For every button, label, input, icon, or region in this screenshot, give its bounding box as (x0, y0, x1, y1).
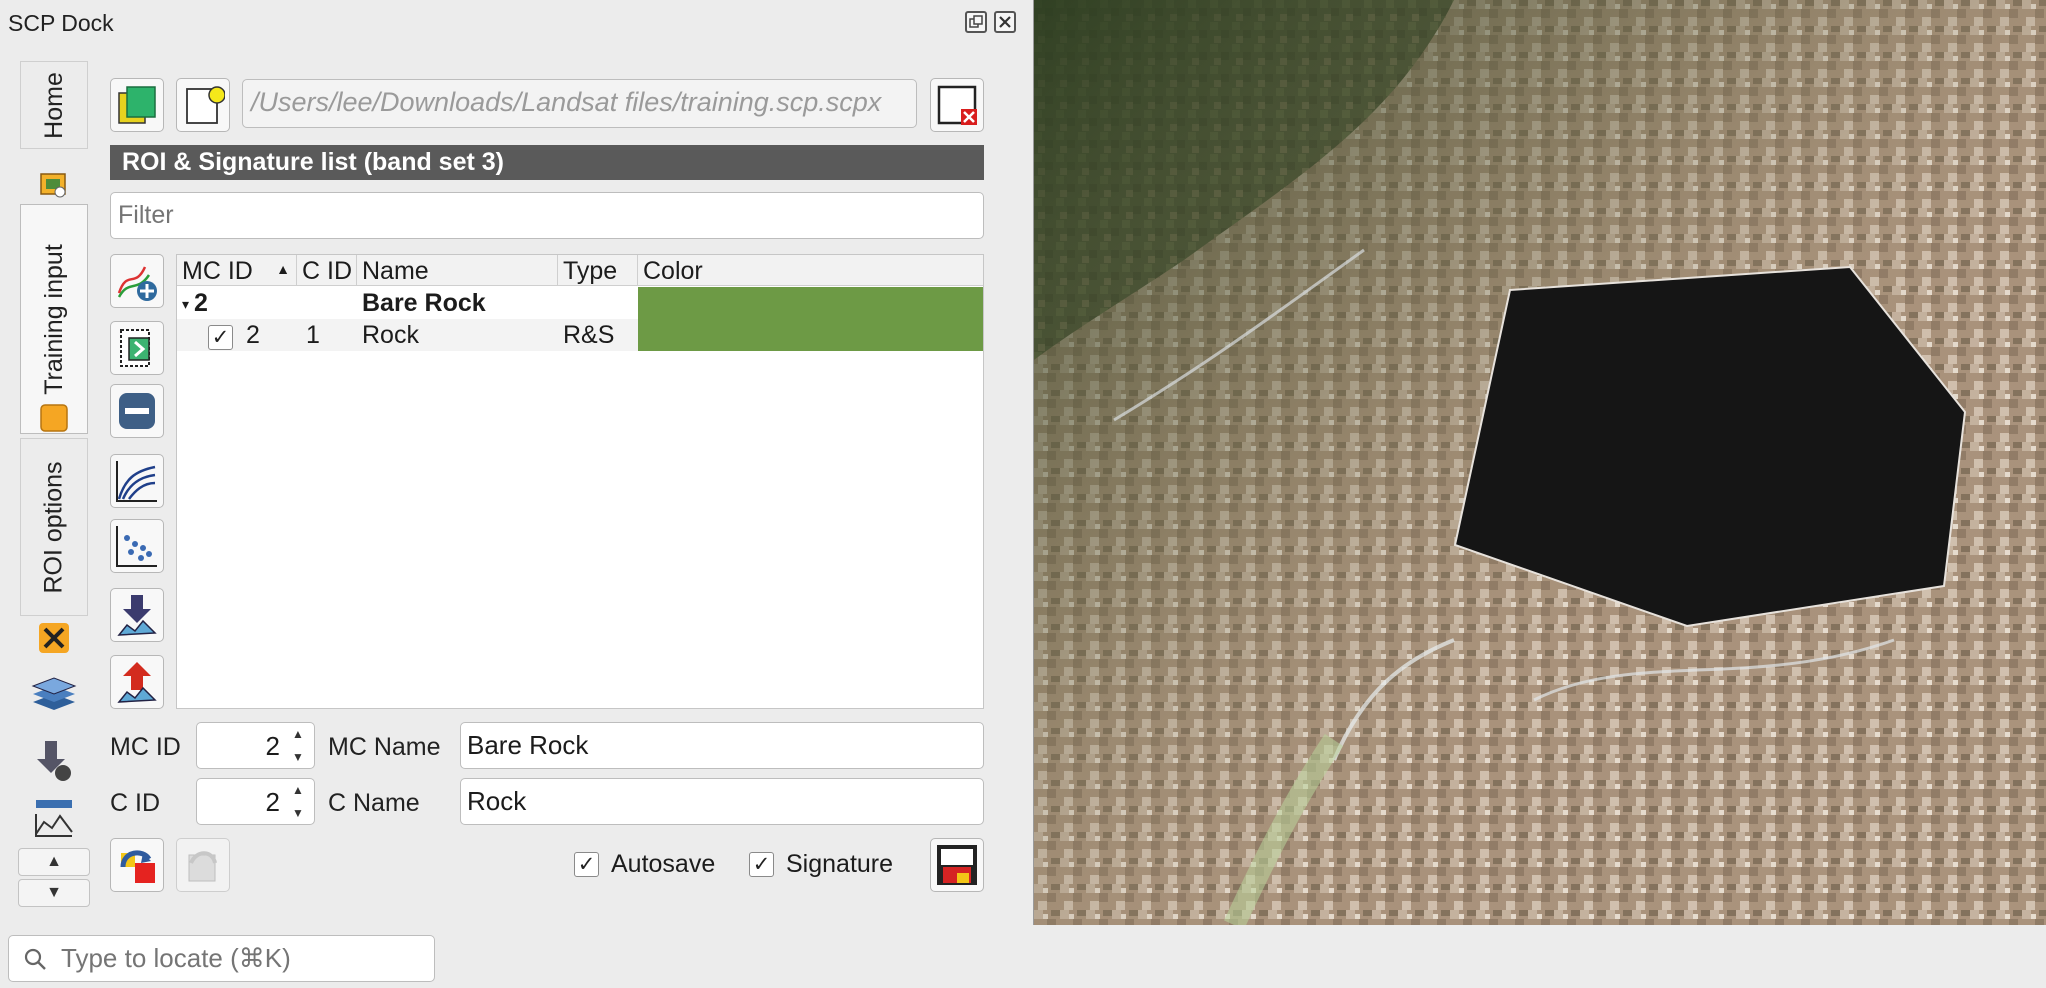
filter-input[interactable] (110, 192, 984, 239)
export-icon (117, 662, 157, 703)
table-row-group[interactable]: ▾ 2 Bare Rock (177, 287, 983, 319)
c-name-input[interactable]: Rock (460, 778, 984, 825)
column-header-color[interactable]: Color (638, 255, 983, 286)
undo-roi-button[interactable] (110, 838, 164, 892)
satellite-image (1034, 0, 2046, 925)
float-dock-button[interactable] (965, 11, 987, 33)
tab-home-label: Home (39, 71, 68, 139)
close-dock-button[interactable] (994, 11, 1016, 33)
remove-file-icon (937, 85, 977, 125)
open-file-icon (118, 86, 156, 124)
redo-roi-button[interactable] (176, 838, 230, 892)
roi-options-icon (26, 610, 82, 666)
c-name-label: C Name (328, 789, 420, 817)
mc-id-value: 2 (265, 731, 280, 761)
merge-signatures-button[interactable] (110, 321, 164, 375)
delete-signature-button[interactable] (110, 384, 164, 438)
map-canvas[interactable] (1034, 0, 2046, 925)
column-header-c-id[interactable]: C ID (297, 255, 357, 286)
signature-mc-id: 2 (246, 321, 260, 349)
group-name: Bare Rock (362, 289, 486, 317)
table-header: MC ID ▲ C ID Name Type Color (177, 255, 983, 286)
tab-training-input-label: Training input (39, 243, 68, 395)
roi-polygon (1453, 265, 1967, 628)
c-id-spinbox[interactable]: 2 ▲ ▼ (196, 778, 315, 825)
mc-id-label: MC ID (110, 733, 181, 761)
table-row-signature[interactable]: ✓ 2 1 Rock R&S (177, 319, 983, 351)
column-header-type[interactable]: Type (558, 255, 638, 286)
signature-checkbox[interactable]: ✓ (749, 852, 774, 877)
merge-icon (120, 329, 150, 367)
scroll-tabs-up-button[interactable]: ▲ (18, 848, 90, 876)
mc-id-spinbox[interactable]: 2 ▲ ▼ (196, 722, 315, 769)
tab-roi-options-label: ROI options (39, 460, 68, 594)
spectral-signature-plot-button[interactable] (110, 454, 164, 508)
redo-icon (188, 851, 217, 882)
roi-signature-list-header: ROI & Signature list (band set 3) (110, 145, 984, 180)
import-signatures-button[interactable] (110, 588, 164, 642)
remove-training-file-button[interactable] (930, 78, 984, 132)
chevron-up-icon: ▲ (46, 853, 62, 870)
training-file-path-field[interactable]: /Users/lee/Downloads/Landsat files/train… (242, 79, 917, 128)
add-signature-button[interactable] (110, 254, 164, 308)
mc-name-input[interactable]: Bare Rock (460, 722, 984, 769)
sort-ascending-icon: ▲ (276, 261, 290, 277)
signature-option[interactable]: ✓ Signature (749, 850, 893, 879)
column-header-mc-id[interactable]: MC ID ▲ (177, 255, 297, 286)
spectral-plot-icon (116, 461, 157, 502)
new-training-file-button[interactable] (176, 78, 230, 132)
save-icon (937, 845, 977, 885)
undo-icon (120, 850, 155, 883)
status-area (1034, 925, 2046, 988)
scatter-plot-icon (116, 526, 157, 567)
dock-title: SCP Dock (8, 10, 114, 36)
spectral-plot-icon[interactable] (26, 790, 82, 846)
c-id-label: C ID (110, 789, 160, 817)
signature-label: Signature (786, 850, 894, 878)
mc-name-label: MC Name (328, 733, 441, 761)
locator-input[interactable] (59, 942, 419, 975)
autosave-option[interactable]: ✓ Autosave (574, 850, 715, 879)
signature-type: R&S (563, 321, 615, 349)
chevron-down-icon: ▼ (46, 884, 62, 901)
save-roi-button[interactable] (930, 838, 984, 892)
tab-home[interactable]: Home (20, 61, 88, 149)
signature-name: Rock (362, 321, 419, 349)
add-signature-icon (117, 266, 157, 301)
tab-roi-options[interactable]: ROI options (20, 438, 88, 616)
export-signatures-button[interactable] (110, 655, 164, 709)
locator-bar[interactable] (8, 935, 435, 982)
column-header-name[interactable]: Name (357, 255, 558, 286)
signature-checkbox[interactable]: ✓ (203, 319, 238, 351)
search-icon (24, 948, 46, 970)
spin-arrows-icon[interactable]: ▲ ▼ (286, 783, 310, 820)
autosave-checkbox[interactable]: ✓ (574, 852, 599, 877)
roi-signature-table[interactable]: MC ID ▲ C ID Name Type Color ▾ 2 Bare Ro… (176, 254, 984, 709)
band-set-icon[interactable] (26, 660, 82, 726)
minus-icon (119, 393, 155, 429)
autosave-label: Autosave (611, 850, 716, 878)
spin-arrows-icon[interactable]: ▲ ▼ (286, 727, 310, 764)
open-training-file-button[interactable] (110, 78, 164, 132)
group-color-swatch[interactable] (638, 287, 983, 319)
c-id-value: 2 (265, 787, 280, 817)
group-mc-id: 2 (194, 289, 208, 317)
float-icon (969, 15, 983, 28)
signature-color-swatch[interactable] (638, 319, 983, 351)
scroll-tabs-down-button[interactable]: ▼ (18, 879, 90, 907)
new-file-icon (186, 86, 225, 124)
scatter-plot-button[interactable] (110, 519, 164, 573)
import-icon (117, 595, 157, 636)
signature-c-id: 1 (306, 321, 320, 349)
scp-dock: SCP Dock Home Training input ROI options… (0, 0, 1033, 988)
close-icon (999, 16, 1011, 28)
download-products-icon[interactable] (26, 730, 82, 790)
